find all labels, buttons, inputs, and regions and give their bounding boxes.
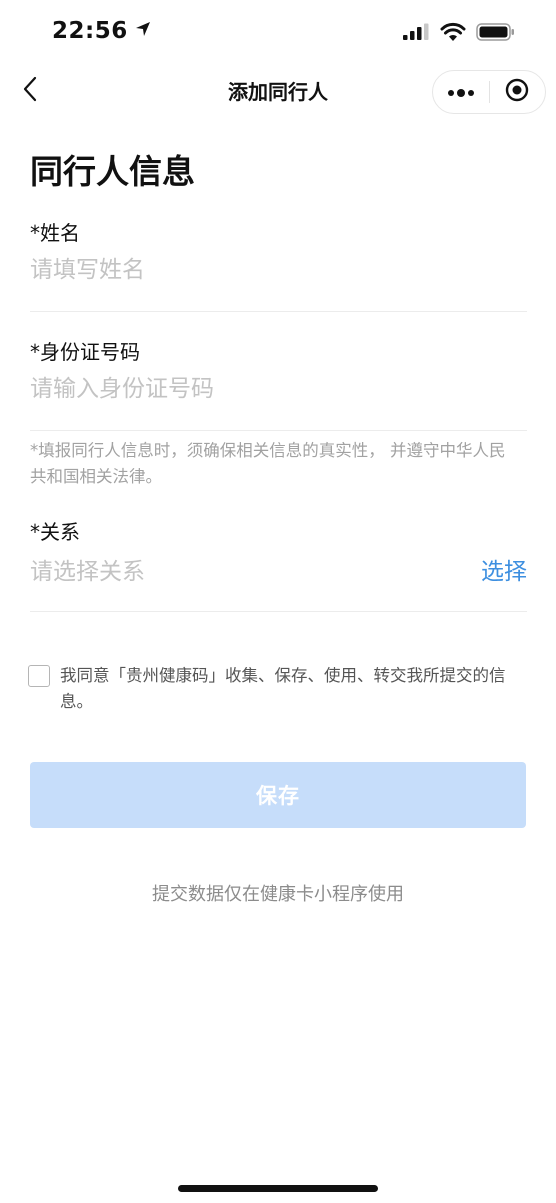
save-button[interactable]: 保存: [30, 762, 526, 828]
agreement-row: 我同意「贵州健康码」收集、保存、使用、转交我所提交的信息。: [28, 663, 523, 715]
name-label: *姓名: [30, 221, 80, 245]
relation-placeholder: 请选择关系: [30, 559, 145, 585]
target-circle-icon: [504, 77, 530, 107]
status-time: 22:56: [52, 18, 152, 44]
cellular-signal-icon: [402, 23, 430, 45]
relation-field-group: *关系 请选择关系 选择: [30, 518, 527, 612]
id-number-divider: [30, 430, 527, 431]
page-title: 同行人信息: [30, 152, 195, 191]
more-dots-icon: [446, 83, 476, 102]
nav-bar: 添加同行人: [0, 64, 556, 118]
id-number-field-group: *身份证号码: [30, 338, 527, 431]
name-field-group: *姓名: [30, 219, 527, 312]
home-indicator: [178, 1185, 378, 1192]
name-input[interactable]: [30, 253, 527, 287]
relation-picker[interactable]: 请选择关系 选择: [30, 552, 527, 586]
footer-note: 提交数据仅在健康卡小程序使用: [152, 884, 404, 905]
authenticity-notice: *填报同行人信息时，须确保相关信息的真实性， 并遵守中华人民共和国相关法律。: [30, 441, 506, 486]
close-mini-program-button[interactable]: [489, 71, 545, 113]
wifi-icon: [440, 22, 466, 46]
status-bar: 22:56: [0, 0, 556, 64]
more-options-button[interactable]: [433, 71, 489, 113]
relation-divider: [30, 611, 527, 612]
agreement-checkbox[interactable]: [28, 665, 50, 687]
name-divider: [30, 311, 527, 312]
id-number-input[interactable]: [30, 372, 527, 406]
id-number-label: *身份证号码: [30, 340, 140, 364]
location-arrow-icon: [134, 18, 152, 44]
battery-icon: [476, 22, 516, 46]
clock-text: 22:56: [52, 18, 128, 44]
status-indicators: [402, 22, 516, 46]
agreement-text: 我同意「贵州健康码」收集、保存、使用、转交我所提交的信息。: [60, 666, 506, 711]
mini-program-capsule: [432, 70, 546, 114]
select-relation-button[interactable]: 选择: [481, 552, 527, 586]
relation-label: *关系: [30, 520, 80, 544]
